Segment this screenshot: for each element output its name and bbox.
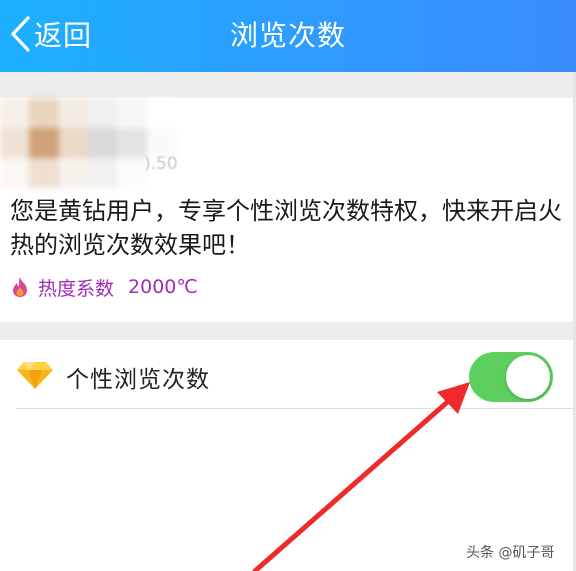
diamond-icon	[17, 362, 53, 389]
custom-views-toggle[interactable]	[469, 352, 553, 402]
section-separator	[0, 72, 576, 98]
section-separator	[0, 322, 576, 340]
page-title: 浏览次数	[229, 19, 346, 52]
watermark: 头条 @矶子哥	[466, 545, 555, 561]
heat-coefficient: 热度系数 2000℃	[10, 274, 198, 300]
screen: 返回 浏览次数 ).50 您是黄钻用户，专享个性浏览次数特权，快来开启火热的浏览…	[0, 0, 576, 571]
heat-label: 热度系数	[38, 277, 115, 300]
row-divider	[16, 408, 576, 409]
toggle-knob	[506, 355, 550, 399]
nav-header: 返回 浏览次数	[0, 0, 576, 72]
privilege-description: 您是黄钻用户，专享个性浏览次数特权，快来开启火热的浏览次数效果吧！	[10, 197, 562, 259]
blurred-text: ).50	[144, 154, 178, 174]
setting-row-custom-views: 个性浏览次数	[0, 340, 576, 410]
privilege-card: ).50 您是黄钻用户，专享个性浏览次数特权，快来开启火热的浏览次数效果吧！ 热…	[0, 98, 576, 322]
blurred-avatar	[0, 98, 176, 188]
flame-icon	[13, 277, 27, 297]
setting-label: 个性浏览次数	[66, 367, 210, 393]
heat-value: 2000℃	[128, 276, 198, 298]
